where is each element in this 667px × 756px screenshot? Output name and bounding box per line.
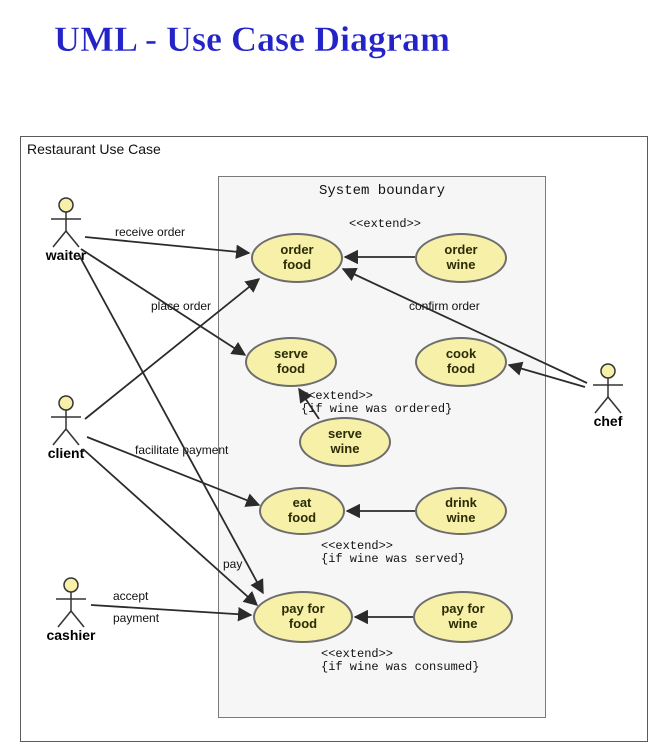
frame-label: Restaurant Use Case (27, 141, 161, 157)
label-confirm-order: confirm order (409, 299, 480, 313)
label-accept-payment-1: accept (113, 589, 148, 603)
label-extend-1: <<extend>> (349, 217, 421, 231)
usecase-pay-for-wine: pay for wine (413, 591, 513, 643)
actor-chef: chef (585, 363, 631, 429)
system-boundary-label: System boundary (219, 183, 545, 199)
label-pay: pay (223, 557, 242, 571)
diagram-frame: Restaurant Use Case System boundary wait… (20, 136, 648, 742)
actor-label: client (43, 445, 89, 461)
usecase-serve-wine: serve wine (299, 417, 391, 467)
usecase-eat-food: eat food (259, 487, 345, 535)
actor-cashier: cashier (43, 577, 99, 643)
usecase-order-wine: order wine (415, 233, 507, 283)
label-extend-4b: {if wine was consumed} (321, 660, 479, 674)
label-facilitate-payment: facilitate payment (135, 443, 228, 457)
usecase-serve-food: serve food (245, 337, 337, 387)
label-extend-2a: <<extend>> (301, 389, 373, 403)
label-extend-3b: {if wine was served} (321, 552, 465, 566)
usecase-pay-for-food: pay for food (253, 591, 353, 643)
actor-label: waiter (43, 247, 89, 263)
label-extend-2b: {if wine was ordered} (301, 402, 452, 416)
actor-label: chef (585, 413, 631, 429)
label-extend-3a: <<extend>> (321, 539, 393, 553)
actor-icon (43, 197, 89, 249)
actor-client: client (43, 395, 89, 461)
actor-label: cashier (43, 627, 99, 643)
actor-icon (585, 363, 631, 415)
page-title: UML - Use Case Diagram (54, 18, 450, 60)
usecase-drink-wine: drink wine (415, 487, 507, 535)
actor-waiter: waiter (43, 197, 89, 263)
label-accept-payment-2: payment (113, 611, 159, 625)
usecase-order-food: order food (251, 233, 343, 283)
actor-icon (48, 577, 94, 629)
usecase-cook-food: cook food (415, 337, 507, 387)
actor-icon (43, 395, 89, 447)
label-receive-order: receive order (115, 225, 185, 239)
label-extend-4a: <<extend>> (321, 647, 393, 661)
label-place-order: place order (151, 299, 211, 313)
